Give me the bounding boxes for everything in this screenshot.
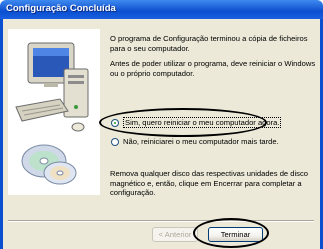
radio-label-restart-later: Não, reiniciarei o meu computador mais t… (123, 137, 279, 146)
cd-disc-icon (21, 144, 77, 185)
info-text-remove-disc: Remova qualquer disco das respectivas un… (110, 169, 308, 197)
title-bar[interactable]: Configuração Concluída (0, 0, 323, 19)
window-title: Configuração Concluída (6, 3, 116, 14)
radio-restart-now[interactable]: Sim, quero reiniciar o meu computador ag… (111, 117, 282, 128)
illustration-panel (8, 29, 100, 195)
radio-button-selected[interactable] (111, 118, 119, 127)
computer-illustration (15, 42, 89, 132)
info-text-restart-needed: Antes de poder utilizar o programa, deve… (110, 59, 316, 78)
radio-restart-later[interactable]: Não, reiniciarei o meu computador mais t… (111, 136, 279, 147)
radio-label-restart-now: Sim, quero reiniciar o meu computador ag… (123, 117, 282, 128)
radio-button-unselected[interactable] (111, 137, 119, 146)
back-button[interactable]: < Anterior (152, 227, 198, 242)
info-text-copy-done: O programa de Configuração terminou a có… (110, 34, 308, 53)
finish-button[interactable]: Terminar (208, 227, 263, 242)
separator (8, 220, 314, 222)
